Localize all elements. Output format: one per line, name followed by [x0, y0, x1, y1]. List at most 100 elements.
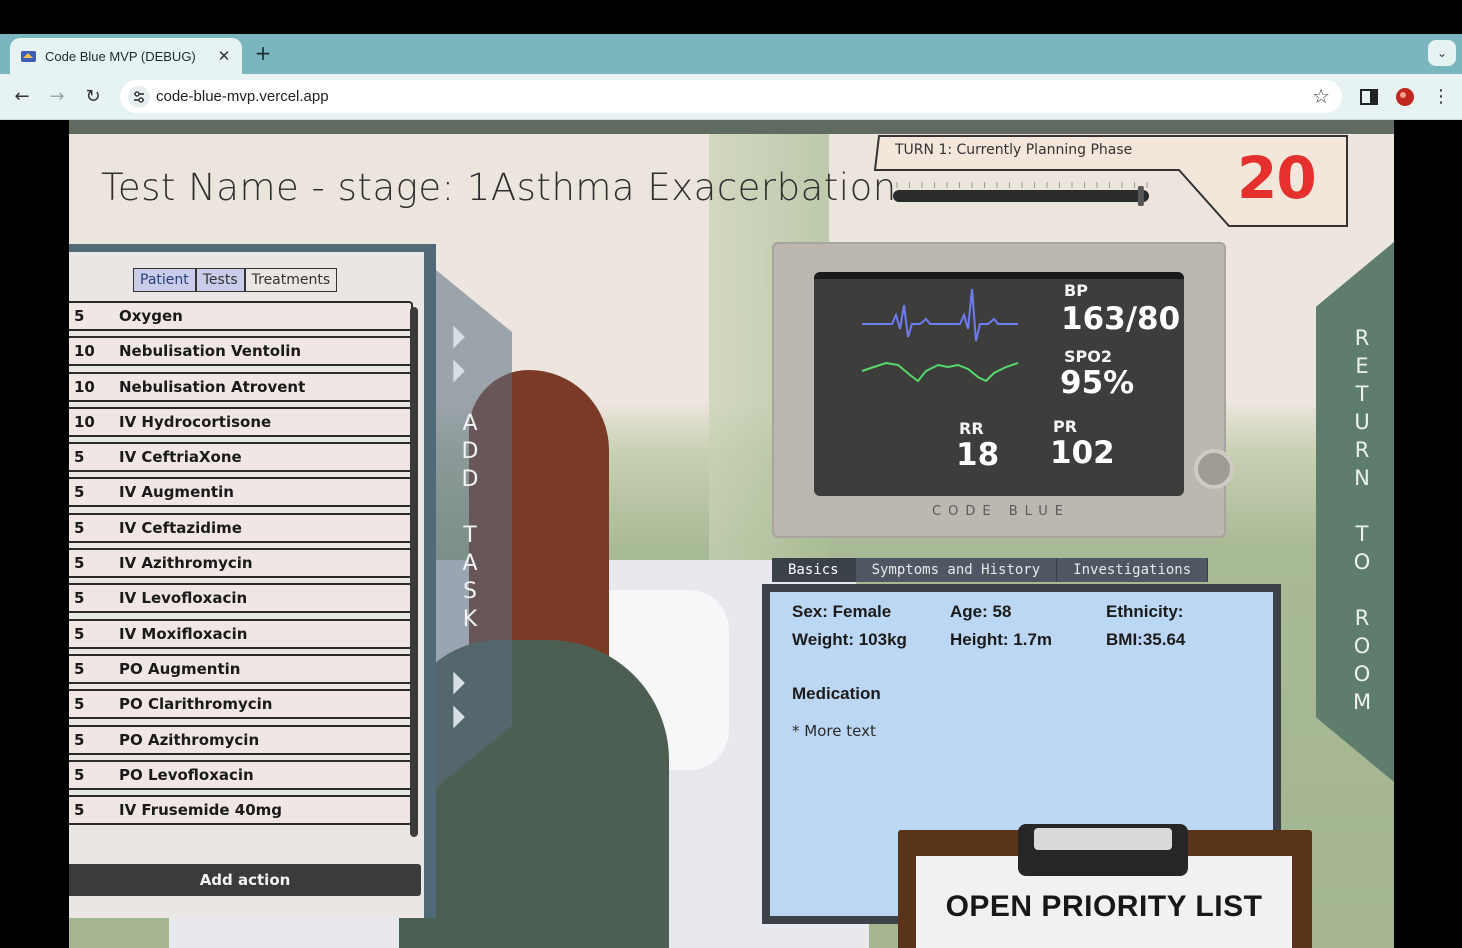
vitals-monitor: BP 163/80 SPO2 95% RR 18 PR 102 CODE BLU… — [772, 242, 1234, 538]
label-letter: M — [1352, 690, 1372, 714]
info-tabs: Basics Symptoms and History Investigatio… — [772, 558, 1209, 582]
label-letter: T — [1355, 522, 1369, 546]
action-row[interactable]: 5 IV Ceftazidime — [69, 512, 413, 543]
label-letter: S — [463, 579, 477, 604]
tab-treatments[interactable]: Treatments — [244, 268, 338, 292]
label-letter: A — [462, 551, 478, 576]
action-row[interactable]: 5 IV Moxifloxacin — [69, 618, 413, 649]
label-letter: U — [1354, 410, 1370, 434]
action-row[interactable]: 5 PO Clarithromycin — [69, 689, 413, 720]
label-letter: T — [1355, 382, 1369, 406]
open-priority-list-button[interactable]: OPEN PRIORITY LIST — [898, 824, 1312, 948]
reload-icon[interactable]: ↻ — [81, 85, 105, 109]
action-name: IV Hydrocortisone — [119, 412, 272, 431]
action-row[interactable]: 5 PO Azithromycin — [69, 724, 413, 755]
action-name: IV Moxifloxacin — [119, 624, 248, 643]
turn-counter: 20 — [1237, 144, 1317, 212]
add-action-button[interactable]: Add action — [69, 864, 421, 896]
pleth-waveform — [861, 361, 1019, 383]
action-cost: 5 — [74, 624, 85, 643]
label-letter: N — [1354, 466, 1370, 490]
action-cost: 10 — [74, 412, 95, 431]
action-row[interactable]: 5 IV Levofloxacin — [69, 583, 413, 614]
label-letter: O — [1353, 662, 1371, 686]
action-name: IV Augmentin — [119, 483, 234, 502]
tab-search-chevron-down-icon[interactable]: ⌄ — [1428, 40, 1456, 66]
action-cost: 5 — [74, 448, 85, 467]
spo2-label: SPO2 — [1064, 347, 1112, 366]
browser-tab-strip: Code Blue MVP (DEBUG) ✕ + ⌄ — [0, 34, 1462, 74]
new-tab-button[interactable]: + — [252, 42, 274, 64]
turn-indicator: TURN 1: Currently Planning Phase 20 — [869, 134, 1353, 230]
tab-investigations[interactable]: Investigations — [1057, 558, 1209, 582]
rr-label: RR — [959, 419, 984, 438]
turn-timer-bar — [893, 190, 1149, 202]
action-list-scrollbar[interactable] — [410, 307, 418, 837]
back-arrow-icon[interactable]: ← — [10, 85, 34, 109]
action-row[interactable]: 5 IV Augmentin — [69, 477, 413, 508]
tab-basics[interactable]: Basics — [772, 558, 856, 582]
return-to-room-button[interactable]: RETURNTOROOM — [1316, 242, 1394, 782]
action-cost: 5 — [74, 695, 85, 714]
action-panel: Patient Tests Treatments 5 Oxygen 10 Nebuli… — [69, 244, 436, 918]
address-bar[interactable]: code-blue-mvp.vercel.app ☆ — [120, 80, 1342, 113]
action-cost: 5 — [74, 518, 85, 537]
browser-tab[interactable]: Code Blue MVP (DEBUG) ✕ — [10, 38, 242, 74]
patient-weight: Weight: 103kg — [792, 630, 907, 649]
tab-close-icon[interactable]: ✕ — [216, 47, 232, 65]
game-canvas: Test Name - stage: 1Asthma Exacerbation … — [69, 120, 1394, 948]
browser-menu-icon[interactable]: ⋮ — [1429, 85, 1453, 109]
action-name: IV CeftriaXone — [119, 448, 242, 467]
label-letter: A — [462, 411, 478, 436]
bookmark-star-icon[interactable]: ☆ — [1312, 84, 1330, 108]
action-name: Oxygen — [119, 307, 183, 325]
action-name: IV Ceftazidime — [119, 518, 242, 537]
bp-value: 163/80 — [1061, 301, 1181, 337]
label-letter: E — [1355, 354, 1369, 378]
label-letter: D — [461, 467, 479, 492]
action-row[interactable]: 10 IV Hydrocortisone — [69, 406, 413, 437]
monitor-brand: CODE BLUE — [932, 504, 1070, 519]
action-row[interactable]: 5 IV Azithromycin — [69, 548, 413, 579]
action-list: 5 Oxygen 10 Nebulisation Ventolin 10 Nebulisa… — [69, 301, 413, 837]
action-cost: 5 — [74, 554, 85, 573]
forward-arrow-icon[interactable]: → — [45, 85, 69, 109]
priority-list-label: OPEN PRIORITY LIST — [945, 890, 1263, 923]
tab-title: Code Blue MVP (DEBUG) — [45, 48, 196, 64]
label-letter — [1350, 576, 1374, 604]
forward-arrows-icon: ⏵ ⏵ — [450, 318, 467, 390]
stage-title: Test Name - stage: 1Asthma Exacerbation — [101, 166, 897, 209]
action-name: PO Augmentin — [119, 659, 241, 678]
label-letter: R — [1354, 326, 1370, 350]
rr-value: 18 — [956, 437, 1000, 473]
screen-top-bar — [0, 0, 1462, 34]
tab-tests[interactable]: Tests — [195, 268, 245, 292]
action-name: PO Levofloxacin — [119, 765, 254, 784]
side-panel-icon[interactable] — [1358, 86, 1380, 108]
extension-icon[interactable] — [1394, 86, 1416, 108]
action-name: IV Frusemide 40mg — [119, 801, 283, 820]
action-row[interactable]: 5 PO Augmentin — [69, 653, 413, 684]
action-row[interactable]: 5 IV Frusemide 40mg — [69, 795, 413, 826]
label-letter — [1350, 492, 1374, 520]
label-letter — [458, 494, 482, 522]
action-cost: 5 — [74, 589, 85, 608]
label-letter: T — [463, 523, 477, 548]
turn-label: TURN 1: Currently Planning Phase — [895, 142, 1133, 158]
tab-symptoms-history[interactable]: Symptoms and History — [855, 558, 1058, 582]
clipboard-clamp-icon — [1018, 824, 1188, 876]
action-row[interactable]: 5 PO Levofloxacin — [69, 759, 413, 790]
action-cost: 5 — [74, 307, 85, 325]
site-info-icon[interactable] — [128, 86, 150, 108]
monitor-knob-icon — [1194, 449, 1234, 489]
action-row[interactable]: 5 IV CeftriaXone — [69, 442, 413, 473]
action-row[interactable]: 10 Nebulisation Atrovent — [69, 371, 413, 402]
bp-label: BP — [1064, 281, 1088, 300]
forward-arrows-icon: ⏵ ⏵ — [450, 664, 467, 736]
action-row[interactable]: 5 Oxygen — [69, 301, 413, 331]
medication-note: * More text — [792, 722, 876, 740]
add-task-button[interactable]: ⏵ ⏵ ADDTASK ⏵ ⏵ — [436, 270, 512, 788]
action-cost: 10 — [74, 377, 95, 396]
action-row[interactable]: 10 Nebulisation Ventolin — [69, 336, 413, 367]
tab-patient[interactable]: Patient — [133, 268, 196, 292]
